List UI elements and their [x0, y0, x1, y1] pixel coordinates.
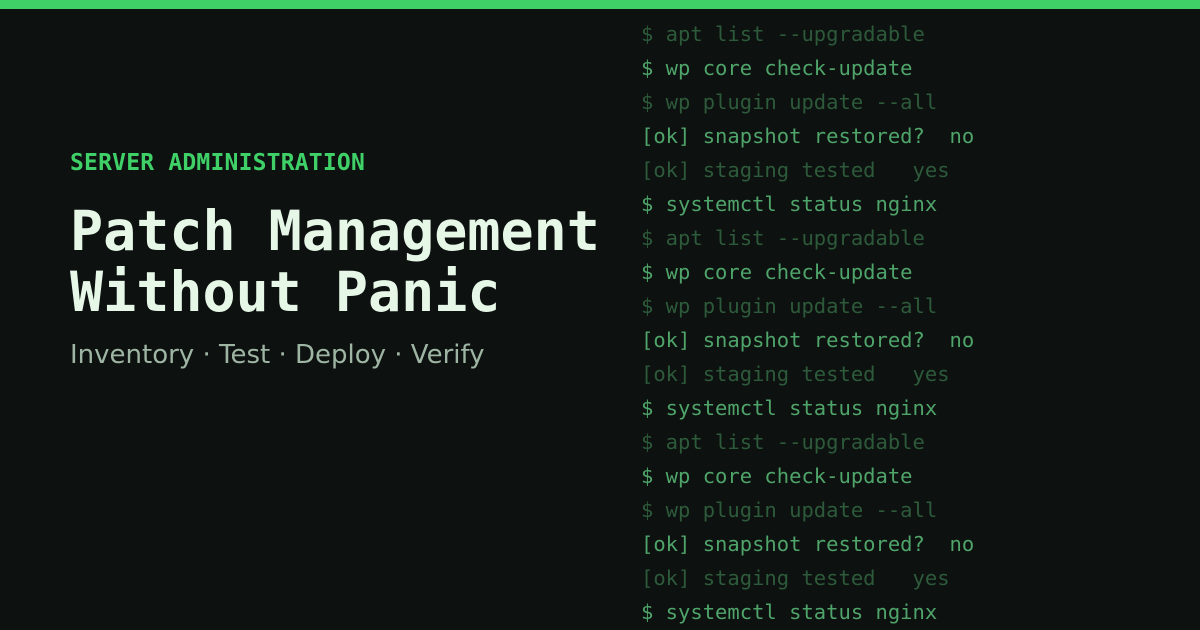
eyebrow-label: SERVER ADMINISTRATION	[70, 150, 365, 176]
terminal-line: $ apt list --upgradable	[641, 226, 925, 250]
terminal-log: $ apt list --upgradable $ wp core check-u…	[641, 17, 1186, 630]
subtitle: Inventory · Test · Deploy · Verify	[70, 340, 485, 370]
terminal-line: $ systemctl status nginx	[641, 600, 938, 624]
terminal-line: $ wp core check-update	[641, 56, 913, 80]
terminal-line: $ wp core check-update	[641, 464, 913, 488]
terminal-line: [ok] staging tested yes	[641, 158, 950, 182]
terminal-line: $ apt list --upgradable	[641, 22, 925, 46]
terminal-line: $ systemctl status nginx	[641, 396, 938, 420]
terminal-line: $ apt list --upgradable	[641, 430, 925, 454]
terminal-line: [ok] snapshot restored? no	[641, 124, 975, 148]
terminal-line: [ok] snapshot restored? no	[641, 532, 975, 556]
terminal-line: $ systemctl status nginx	[641, 192, 938, 216]
accent-bar	[0, 0, 1200, 9]
terminal-line: [ok] staging tested yes	[641, 362, 950, 386]
terminal-line: [ok] snapshot restored? no	[641, 328, 975, 352]
terminal-line: $ wp plugin update --all	[641, 90, 938, 114]
terminal-line: [ok] staging tested yes	[641, 566, 950, 590]
terminal-line: $ wp plugin update --all	[641, 294, 938, 318]
title-line: Without Panic	[70, 260, 501, 324]
terminal-line: $ wp core check-update	[641, 260, 913, 284]
title-line: Patch Management	[70, 199, 600, 263]
page-title: Patch Management Without Panic	[70, 201, 600, 323]
terminal-line: $ wp plugin update --all	[641, 498, 938, 522]
